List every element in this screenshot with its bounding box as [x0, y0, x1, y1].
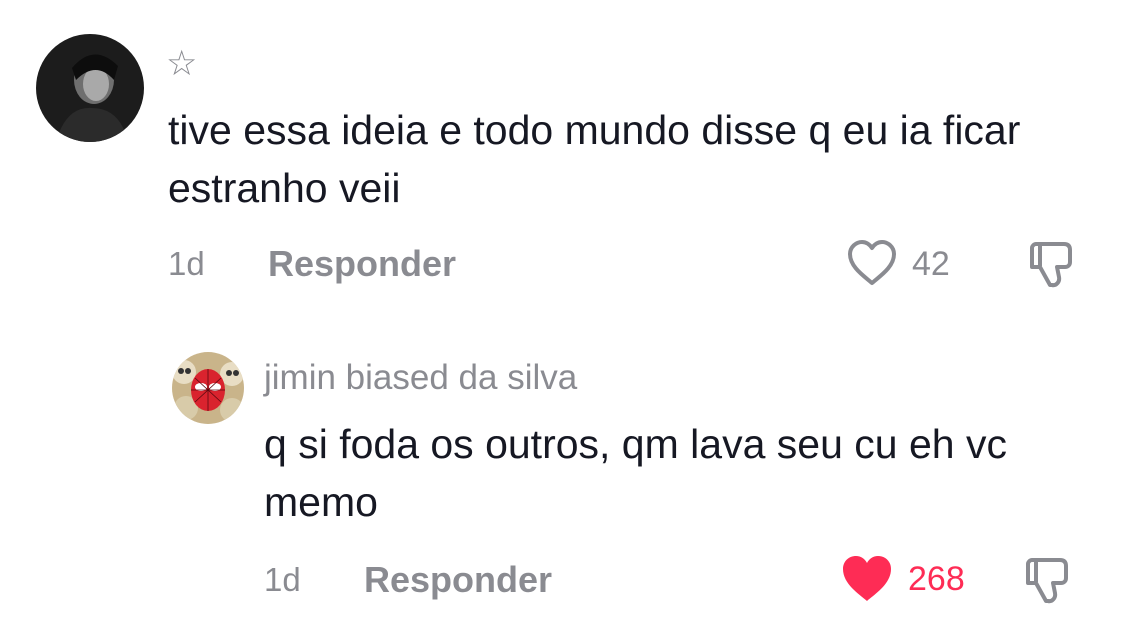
dislike-icon[interactable]	[1020, 552, 1076, 608]
heart-outline-icon[interactable]	[846, 239, 898, 287]
avatar[interactable]	[172, 352, 244, 424]
comment-timestamp: 1d	[264, 561, 301, 598]
comment: ☆ tive essa ideia e todo mundo disse q e…	[0, 0, 1125, 320]
like-count: 42	[912, 245, 950, 283]
heart-filled-icon[interactable]	[840, 554, 894, 604]
dislike-icon[interactable]	[1024, 236, 1080, 292]
avatar[interactable]	[36, 34, 144, 142]
reply-button[interactable]: Responder	[364, 559, 552, 601]
like-count: 268	[908, 560, 965, 598]
comment-username[interactable]: ☆	[166, 44, 197, 84]
reply-comment: jimin biased da silva q si foda os outro…	[0, 320, 1125, 631]
comment-timestamp: 1d	[168, 245, 205, 282]
comment-username[interactable]: jimin biased da silva	[264, 358, 577, 398]
reply-button[interactable]: Responder	[268, 243, 456, 285]
comment-text: q si foda os outros, qm lava seu cu eh v…	[264, 421, 1007, 525]
comment-text: tive essa ideia e todo mundo disse q eu …	[168, 107, 1021, 211]
